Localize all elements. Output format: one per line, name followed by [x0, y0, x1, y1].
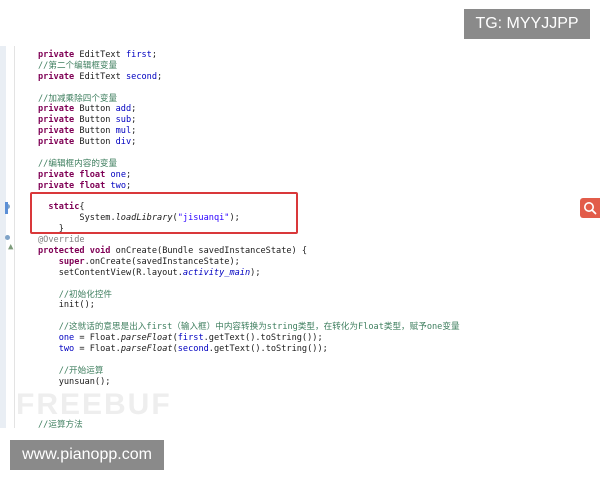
code-comment: //这就话的意思是出入first（输入框）中内容转换为string类型，在转化为… [58, 322, 460, 333]
code-line: private Button add; [38, 104, 137, 115]
code-line: one = Float.parseFloat(first.getText().t… [58, 333, 323, 344]
freebuf-watermark-logo: FREEBUF [16, 388, 172, 421]
code-line: private EditText first; [38, 50, 158, 60]
code-line: private EditText second; [38, 71, 163, 82]
code-line: protected void onCreate(Bundle savedInst… [38, 246, 308, 257]
code-line: private float one; [38, 169, 132, 180]
code-line: setContentView(R.layout.activity_main); [58, 267, 261, 278]
override-marker-icon: ▲ [8, 242, 14, 252]
red-highlight-box [30, 192, 298, 234]
current-line-indicator [5, 202, 8, 214]
code-line: private Button sub; [38, 115, 137, 126]
code-editor[interactable]: ▲ private EditText first; //第二个编辑框变量 pri… [0, 46, 600, 431]
code-line: two = Float.parseFloat(second.getText().… [58, 344, 328, 355]
code-comment: //初始化控件 [58, 289, 113, 300]
fold-marker-icon[interactable] [5, 235, 10, 240]
gutter-divider [14, 46, 15, 428]
code-comment: //编辑框内容的变量 [38, 158, 118, 169]
search-icon [584, 202, 597, 215]
code-comment: //加减乘除四个变量 [38, 93, 118, 104]
code-line: private float two; [38, 180, 132, 191]
code-comment: //开始运算 [58, 365, 104, 376]
site-watermark-badge: www.pianopp.com [10, 440, 164, 470]
code-comment: //第二个编辑框变量 [38, 60, 118, 71]
code-line: private Button mul; [38, 126, 137, 137]
search-button[interactable] [580, 198, 600, 218]
code-annotation: @Override [38, 235, 85, 246]
code-line: yunsuan(); [58, 376, 111, 387]
code-line: init(); [58, 300, 95, 311]
code-line: super.onCreate(savedInstanceState); [58, 256, 240, 267]
code-content: private EditText first; //第二个编辑框变量 priva… [38, 50, 600, 431]
tg-watermark-badge: TG: MYYJJPP [464, 9, 590, 39]
code-line: private Button div; [38, 137, 137, 148]
